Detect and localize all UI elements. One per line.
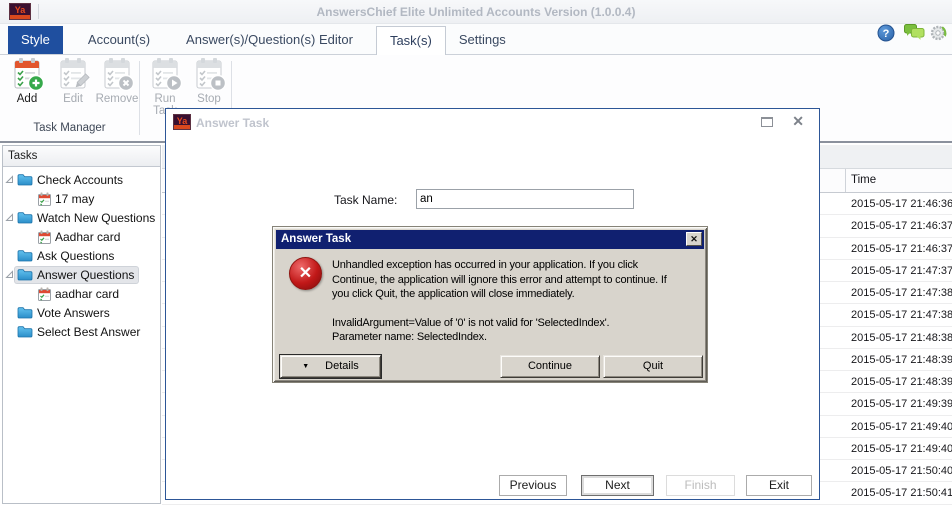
tree-item-label: Ask Questions — [37, 249, 114, 263]
tab-tasks[interactable]: Task(s) — [376, 26, 446, 55]
stop-task-icon — [192, 57, 226, 91]
time-column-header[interactable]: Time — [851, 174, 876, 186]
window-title: AnswersChief Elite Unlimited Accounts Ve… — [0, 5, 952, 19]
details-arrow-icon: ▼ — [302, 363, 309, 370]
folder-icon — [17, 268, 33, 281]
add-task-label: Add — [4, 93, 50, 105]
error-message-line: Parameter name: SelectedIndex. — [332, 330, 667, 345]
error-icon: ✕ — [289, 257, 322, 290]
expander-icon[interactable] — [3, 213, 15, 222]
stop-task-button: Stop — [188, 57, 230, 105]
error-close-icon[interactable]: ✕ — [686, 232, 702, 246]
error-message-line: you click Quit, the application will clo… — [332, 287, 667, 302]
remove-task-icon — [100, 57, 134, 91]
task-icon — [38, 287, 51, 301]
folder-icon — [17, 249, 33, 262]
svg-text:?: ? — [883, 28, 890, 40]
expander-icon[interactable] — [3, 175, 15, 184]
tree-item-label: Watch New Questions — [37, 211, 155, 225]
run-task-icon — [148, 57, 182, 91]
tree-item-aadhar-card[interactable]: Aadhar card — [3, 227, 160, 246]
ribbon-separator — [139, 61, 140, 135]
tree-item-label: Check Accounts — [37, 173, 123, 187]
continue-button[interactable]: Continue — [500, 355, 600, 378]
expander-icon[interactable] — [3, 270, 15, 279]
error-dialog: Answer Task ✕ ✕ Unhandled exception has … — [272, 226, 708, 383]
dialog-app-icon: Ya — [173, 114, 191, 130]
window-titlebar: Ya AnswersChief Elite Unlimited Accounts… — [0, 0, 952, 24]
finish-button: Finish — [666, 475, 735, 496]
edit-task-label: Edit — [52, 93, 94, 105]
tree-item-label: 17 may — [55, 192, 94, 206]
folder-icon — [17, 325, 33, 338]
tree-item-select-best-answer[interactable]: Select Best Answer — [3, 322, 160, 341]
tree-item-watch-new-questions[interactable]: Watch New Questions — [3, 208, 160, 227]
application-window: Ya AnswersChief Elite Unlimited Accounts… — [0, 0, 952, 506]
tasks-tree: Check Accounts 17 may — [3, 167, 160, 341]
error-message-line: InvalidArgument=Value of '0' is not vali… — [332, 316, 667, 331]
error-message-line: Unhandled exception has occurred in your… — [332, 258, 667, 273]
task-name-input[interactable] — [416, 189, 634, 209]
tab-accounts[interactable]: Account(s) — [75, 26, 163, 54]
tree-item-vote-answers[interactable]: Vote Answers — [3, 303, 160, 322]
tree-item-answer-questions[interactable]: Answer Questions — [3, 265, 160, 284]
details-button[interactable]: ▼ Details — [280, 355, 381, 378]
tree-item-check-accounts[interactable]: Check Accounts — [3, 170, 160, 189]
exit-button[interactable]: Exit — [746, 475, 812, 496]
task-icon — [38, 230, 51, 244]
add-task-icon — [10, 57, 44, 91]
stop-task-label: Stop — [188, 93, 230, 105]
refresh-gear-icon[interactable] — [929, 24, 949, 42]
folder-icon — [17, 306, 33, 319]
tree-item-label: Answer Questions — [37, 268, 134, 282]
error-dialog-titlebar: Answer Task ✕ — [276, 230, 704, 249]
edit-task-button: Edit — [52, 57, 94, 105]
tree-item-17-may[interactable]: 17 may — [3, 189, 160, 208]
task-icon — [38, 192, 51, 206]
dialog-titlebar: Ya Answer Task ✕ — [166, 109, 819, 135]
tab-settings[interactable]: Settings — [446, 26, 519, 54]
previous-button[interactable]: Previous — [499, 475, 567, 496]
ribbon-tabbar: Style Account(s) Answer(s)/Question(s) E… — [0, 24, 952, 55]
tree-item-label: Vote Answers — [37, 306, 110, 320]
tasks-panel-title: Tasks — [3, 146, 160, 167]
maximize-icon[interactable] — [761, 117, 773, 127]
error-message: Unhandled exception has occurred in your… — [332, 258, 667, 345]
help-icon[interactable]: ? — [877, 24, 897, 42]
close-icon[interactable]: ✕ — [792, 113, 804, 130]
chat-icon[interactable] — [904, 24, 924, 42]
quit-button[interactable]: Quit — [603, 355, 703, 378]
column-divider — [845, 169, 846, 192]
tasks-panel: Tasks Check Accounts — [2, 145, 161, 504]
dialog-title: Answer Task — [196, 116, 269, 130]
tree-item-label: Aadhar card — [55, 230, 120, 244]
remove-task-label: Remove — [92, 93, 142, 105]
folder-icon — [17, 211, 33, 224]
remove-task-button: Remove — [92, 57, 142, 105]
details-button-label: Details — [325, 360, 359, 372]
tab-answer-question-editor[interactable]: Answer(s)/Question(s) Editor — [173, 26, 366, 54]
tab-style[interactable]: Style — [8, 26, 63, 54]
ribbon-group-label: Task Manager — [0, 122, 139, 134]
tree-item-label: aadhar card — [55, 287, 119, 301]
edit-task-icon — [56, 57, 90, 91]
error-dialog-title: Answer Task — [281, 233, 351, 245]
next-button[interactable]: Next — [581, 475, 654, 496]
add-task-button[interactable]: Add — [4, 57, 50, 105]
task-name-label: Task Name: — [334, 193, 397, 207]
folder-icon — [17, 173, 33, 186]
tree-item-label: Select Best Answer — [37, 325, 140, 339]
tree-item-aadhar-card-2[interactable]: aadhar card — [3, 284, 160, 303]
error-message-line: Continue, the application will ignore th… — [332, 273, 667, 288]
tree-item-ask-questions[interactable]: Ask Questions — [3, 246, 160, 265]
